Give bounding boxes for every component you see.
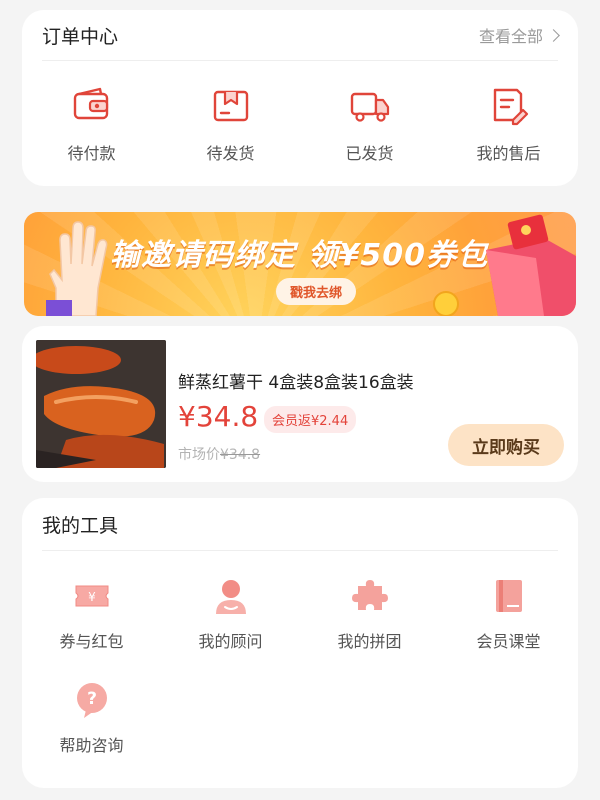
tools-grid: ¥ 券与红包 我的顾问 我的拼团 会员课堂 ? 帮助咨询 (22, 576, 578, 784)
market-price-value: ¥34.8 (220, 447, 261, 463)
tool-coupons[interactable]: ¥ 券与红包 (22, 576, 161, 680)
tool-label: 会员课堂 (476, 632, 541, 651)
bind-invite-button[interactable]: 戳我去绑 (276, 278, 357, 305)
tool-group-buy[interactable]: 我的拼团 (300, 576, 439, 680)
hand-icon (46, 221, 108, 316)
wallet-icon (73, 87, 108, 120)
svg-text:?: ? (87, 689, 97, 709)
tool-advisor[interactable]: 我的顾问 (161, 576, 300, 680)
tool-help[interactable]: ? 帮助咨询 (22, 680, 161, 784)
puzzle-icon (351, 580, 388, 610)
svg-text:¥: ¥ (88, 590, 96, 604)
tool-label: 我的拼团 (337, 632, 402, 651)
my-tools-header: 我的工具 (42, 498, 558, 551)
order-center-header: 订单中心 查看全部 (42, 10, 560, 61)
order-pending-payment[interactable]: 待付款 (22, 84, 161, 164)
advisor-icon (215, 580, 246, 614)
tool-member-class[interactable]: 会员课堂 (439, 576, 578, 680)
sweet-potato-image (36, 340, 166, 468)
market-price-label: 市场价 (178, 447, 220, 463)
chevron-right-icon (547, 28, 560, 42)
order-status-row: 待付款 待发货 已发货 我的售后 (22, 84, 578, 164)
order-item-label: 我的售后 (476, 144, 541, 163)
order-after-sale[interactable]: 我的售后 (439, 84, 578, 164)
order-item-label: 已发货 (345, 144, 394, 163)
order-center-card: 订单中心 查看全部 待付款 待发货 已发货 我的售后 (22, 10, 578, 186)
my-tools-card: 我的工具 ¥ 券与红包 我的顾问 我的拼团 会员课堂 ? 帮助咨询 (22, 498, 578, 788)
book-icon (495, 580, 522, 612)
order-shipped[interactable]: 已发货 (300, 84, 439, 164)
member-rebate-badge: 会员返¥2.44 (264, 406, 357, 433)
product-name[interactable]: 鲜蒸红薯干 4盒装8盒装16盒装 (178, 368, 414, 393)
market-price: 市场价¥34.8 (178, 444, 260, 464)
view-all-label: 查看全部 (478, 27, 543, 46)
product-card[interactable]: 鲜蒸红薯干 4盒装8盒装16盒装 ¥34.8 会员返¥2.44 市场价¥34.8… (22, 326, 578, 482)
tool-label: 券与红包 (59, 632, 124, 651)
order-center-title: 订单中心 (42, 25, 119, 48)
invite-code-banner[interactable]: 输邀请码绑定 领¥500券包 戳我去绑 (24, 212, 576, 316)
gift-box-icon (433, 214, 576, 316)
truck-icon (350, 92, 389, 122)
my-tools-title: 我的工具 (42, 514, 119, 537)
order-item-label: 待付款 (67, 144, 116, 163)
tool-label: 我的顾问 (198, 632, 263, 651)
order-item-label: 待发货 (206, 144, 255, 163)
tool-label: 帮助咨询 (59, 736, 124, 755)
help-icon: ? (76, 683, 107, 718)
aftersale-icon (493, 88, 528, 126)
buy-now-button[interactable]: 立即购买 (448, 424, 564, 466)
view-all-orders-link[interactable]: 查看全部 (478, 23, 560, 47)
product-image[interactable] (36, 340, 166, 468)
product-price: ¥34.8 (178, 400, 259, 433)
coupon-icon: ¥ (75, 585, 108, 607)
package-icon (213, 90, 248, 122)
order-pending-shipment[interactable]: 待发货 (161, 84, 300, 164)
